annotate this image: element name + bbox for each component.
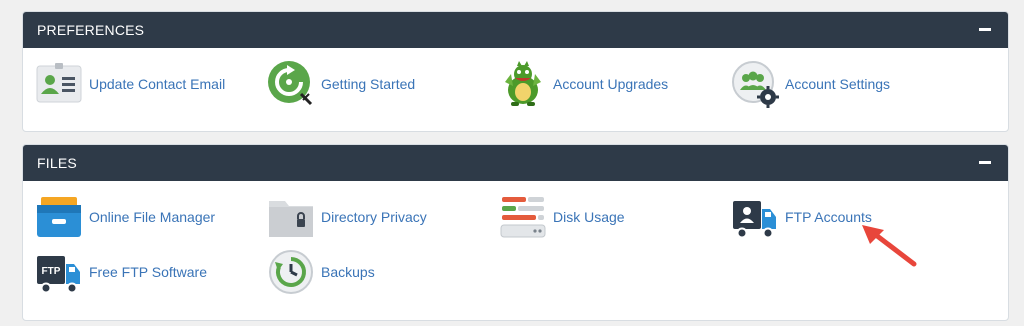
account-settings-icon [731,60,779,108]
dragon-mascot-icon [499,60,547,108]
account-settings-link[interactable]: Account Settings [731,60,890,108]
file-box-icon [35,193,83,241]
update-contact-email-link[interactable]: Update Contact Email [35,60,225,108]
preferences-title: PREFERENCES [37,22,145,38]
disk-usage-label: Disk Usage [553,209,625,225]
backup-clock-icon [267,248,315,296]
preferences-header[interactable]: PREFERENCES [23,12,1008,48]
account-upgrades-label: Account Upgrades [553,76,669,92]
getting-started-label: Getting Started [321,76,416,92]
collapse-icon[interactable] [976,21,994,39]
preferences-panel: PREFERENCES Update Contact Email Getting… [22,11,1009,132]
locked-folder-icon [267,193,315,241]
ftp-accounts-link[interactable]: FTP Accounts [731,193,872,241]
online-file-manager-label: Online File Manager [89,209,216,225]
ftp-truck-icon: FTP [35,248,83,296]
free-ftp-software-label: Free FTP Software [89,264,208,280]
getting-started-link[interactable]: Getting Started [267,60,415,108]
ftp-truck-user-icon [731,193,779,241]
files-title: FILES [37,155,77,171]
free-ftp-software-link[interactable]: FTP Free FTP Software [35,248,207,296]
annotation-arrow-icon [862,225,917,267]
backups-link[interactable]: Backups [267,248,375,296]
disk-usage-icon [499,193,547,241]
online-file-manager-link[interactable]: Online File Manager [35,193,215,241]
backups-label: Backups [321,264,375,280]
disk-usage-link[interactable]: Disk Usage [499,193,625,241]
getting-started-icon [267,60,315,108]
contact-card-icon [35,60,83,108]
update-contact-email-label: Update Contact Email [89,76,226,92]
collapse-icon[interactable] [976,154,994,172]
files-header[interactable]: FILES [23,145,1008,181]
svg-text:FTP: FTP [42,266,61,277]
account-settings-label: Account Settings [785,76,891,92]
account-upgrades-link[interactable]: Account Upgrades [499,60,668,108]
directory-privacy-label: Directory Privacy [321,209,427,225]
directory-privacy-link[interactable]: Directory Privacy [267,193,427,241]
